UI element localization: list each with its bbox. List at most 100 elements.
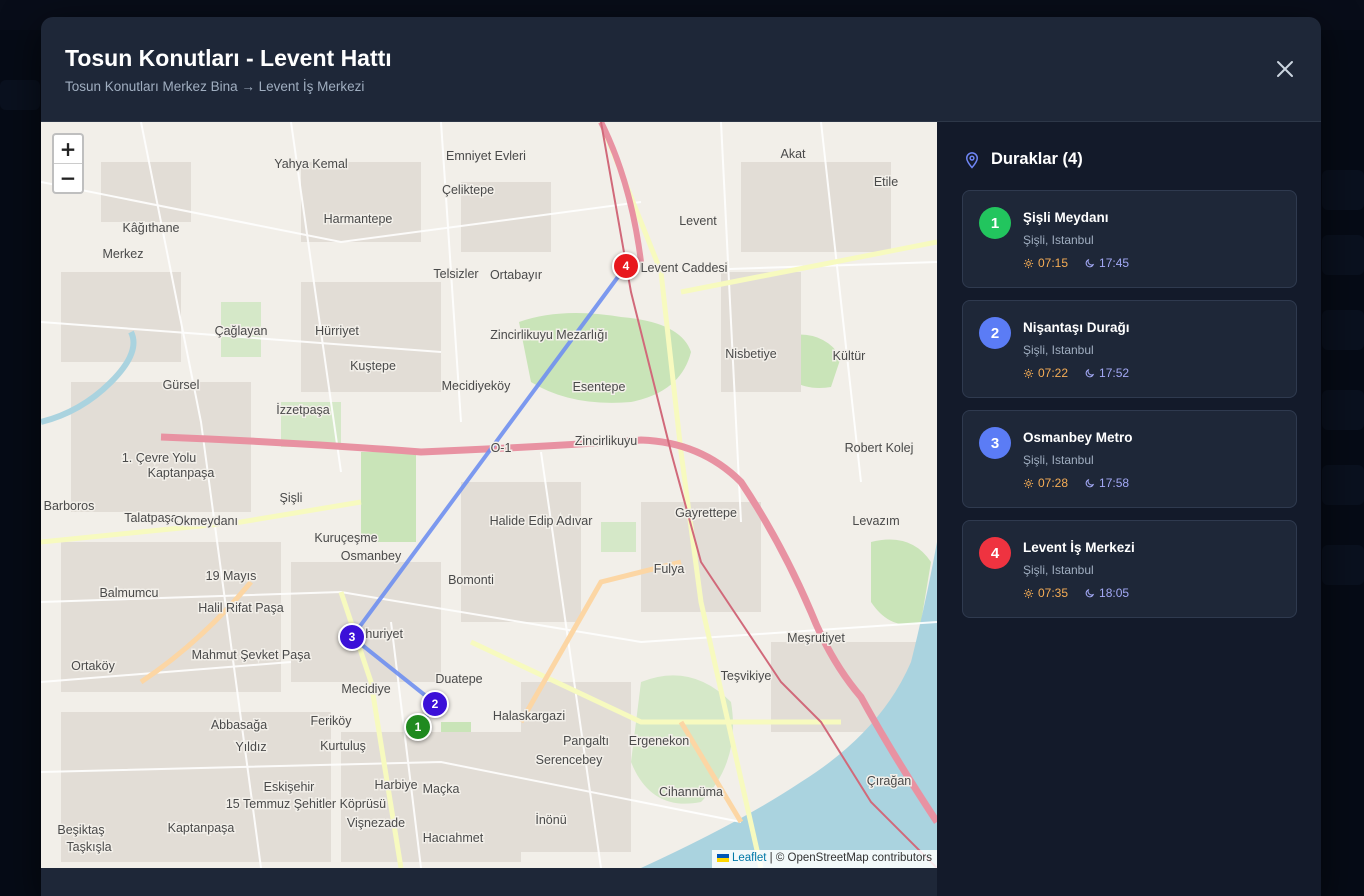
- stop-number-badge: 1: [979, 207, 1011, 239]
- map-place-label: Vişnezade: [347, 816, 405, 830]
- stop-card[interactable]: 1 Şişli Meydanı Şişli, Istanbul 07:15 17…: [962, 190, 1297, 288]
- map-place-label: Fulya: [654, 562, 685, 576]
- morning-time: 07:35: [1038, 586, 1069, 600]
- morning-time: 07:15: [1038, 256, 1069, 270]
- stop-number-badge: 2: [979, 317, 1011, 349]
- map-place-label: Serencebey: [536, 753, 603, 767]
- map-place-label: Çağlayan: [215, 324, 268, 338]
- stop-card[interactable]: 4 Levent İş Merkezi Şişli, Istanbul 07:3…: [962, 520, 1297, 618]
- marker-number: 2: [431, 697, 439, 711]
- sun-icon: [1023, 478, 1034, 488]
- map-place-label: Ortaköy: [71, 659, 116, 673]
- map-place-label: Şişli: [280, 491, 303, 505]
- map-place-label: Çırağan: [867, 774, 912, 788]
- map-place-label: Bomonti: [448, 573, 494, 587]
- marker-number: 3: [348, 630, 356, 644]
- map-place-label: Balmumcu: [99, 586, 158, 600]
- stop-number-badge: 4: [979, 537, 1011, 569]
- stop-name: Nişantaşı Durağı: [1023, 320, 1130, 335]
- map-place-label: Telsizler: [433, 267, 478, 281]
- map-place-label: 1. Çevre Yolu: [122, 451, 196, 465]
- stop-location: Şişli, Istanbul: [1023, 233, 1094, 247]
- map-place-label: Okmeydanı: [174, 514, 238, 528]
- map-place-label: Robert Kolej: [845, 441, 914, 455]
- map-place-label: Levent: [679, 214, 717, 228]
- map-place-label: Harbiye: [374, 778, 417, 792]
- map-place-label: 15 Temmuz Şehitler Köprüsü: [226, 797, 386, 811]
- zoom-out-button[interactable]: −: [54, 164, 82, 192]
- route-marker-3[interactable]: 3: [338, 623, 366, 651]
- map-place-label: Yahya Kemal: [274, 157, 347, 171]
- stop-times: 07:35 18:05: [1023, 586, 1129, 600]
- stop-card[interactable]: 3 Osmanbey Metro Şişli, Istanbul 07:28 1…: [962, 410, 1297, 508]
- evening-time: 17:58: [1099, 476, 1130, 490]
- route-marker-2[interactable]: 2: [421, 690, 449, 718]
- close-button[interactable]: [1273, 57, 1297, 81]
- map-place-label: Etile: [874, 175, 898, 189]
- stop-location: Şişli, Istanbul: [1023, 453, 1094, 467]
- map-place-label: Meşrutiyet: [787, 631, 845, 645]
- route-modal: Tosun Konutları - Levent Hattı Tosun Kon…: [41, 17, 1321, 896]
- zoom-in-button[interactable]: +: [54, 135, 82, 164]
- map-place-label: Halide Edip Adıvar: [490, 514, 593, 528]
- stop-name: Levent İş Merkezi: [1023, 540, 1135, 555]
- stops-title: Duraklar (4): [991, 150, 1083, 168]
- map-place-label: Teşvikiye: [721, 669, 772, 683]
- leaflet-link[interactable]: Leaflet: [732, 852, 767, 864]
- stop-location: Şişli, Istanbul: [1023, 343, 1094, 357]
- map-place-label: Gürsel: [163, 378, 200, 392]
- map-place-label: Osmanbey: [341, 549, 402, 563]
- modal-header: Tosun Konutları - Levent Hattı Tosun Kon…: [41, 17, 1321, 122]
- stops-panel: Duraklar (4) 1 Şişli Meydanı Şişli, Ista…: [937, 122, 1321, 896]
- map-place-label: Mahmut Şevket Paşa: [192, 648, 311, 662]
- moon-icon: [1085, 258, 1095, 267]
- map-place-label: Beşiktaş: [57, 823, 104, 837]
- map-pin-icon: [965, 151, 979, 169]
- map-tiles[interactable]: Emniyet Evleri Akat Yahya Kemal Çeliktepe Et…: [41, 122, 937, 868]
- map-place-label: Kurtuluş: [320, 739, 366, 753]
- stop-times: 07:28 17:58: [1023, 476, 1129, 490]
- map-place-label: Emniyet Evleri: [446, 149, 526, 163]
- map-place-label: İnönü: [535, 813, 566, 827]
- map-place-label: Akat: [780, 147, 806, 161]
- moon-icon: [1085, 588, 1095, 597]
- route-marker-1[interactable]: 1: [404, 713, 432, 741]
- map-place-label: Kuruçeşme: [314, 531, 377, 545]
- stop-name: Osmanbey Metro: [1023, 430, 1133, 445]
- marker-number: 1: [414, 720, 422, 734]
- map-place-label: Halaskargazi: [493, 709, 565, 723]
- map-place-label: Harmantepe: [324, 212, 393, 226]
- map-place-label: Halil Rifat Paşa: [198, 601, 283, 615]
- map-place-label: Maçka: [423, 782, 460, 796]
- stop-card[interactable]: 2 Nişantaşı Durağı Şişli, Istanbul 07:22…: [962, 300, 1297, 398]
- morning-time: 07:22: [1038, 366, 1069, 380]
- map-place-label: Talatpaşa: [124, 511, 178, 525]
- map-place-label: Barboros: [44, 499, 95, 513]
- map-place-label: Kâğıthane: [123, 221, 180, 235]
- map-place-label: Yıldız: [235, 740, 266, 754]
- modal-subtitle: Tosun Konutları Merkez Bina → Levent İş …: [65, 79, 365, 94]
- modal-title: Tosun Konutları - Levent Hattı: [65, 45, 392, 71]
- stop-location: Şişli, Istanbul: [1023, 563, 1094, 577]
- sun-icon: [1023, 588, 1034, 598]
- map-place-label: Taşkışla: [66, 840, 111, 854]
- ukraine-flag-icon: [716, 853, 729, 862]
- map-place-label: Cihannüma: [659, 785, 723, 799]
- route-map[interactable]: Emniyet Evleri Akat Yahya Kemal Çeliktepe Et…: [41, 122, 937, 868]
- map-place-label: Levazım: [852, 514, 899, 528]
- map-place-label: Kültür: [833, 349, 866, 363]
- map-place-label: Kaptanpaşa: [148, 466, 215, 480]
- evening-time: 18:05: [1099, 586, 1130, 600]
- stop-number-badge: 3: [979, 427, 1011, 459]
- map-place-label: Duatepe: [435, 672, 482, 686]
- map-place-label: Levent Caddesi: [641, 261, 728, 275]
- map-place-label: Merkez: [103, 247, 144, 261]
- map-place-label: Feriköy: [311, 714, 353, 728]
- zoom-control: + −: [52, 133, 84, 194]
- map-place-label: Ergenekon: [629, 734, 690, 748]
- map-place-label: Esentepe: [573, 380, 626, 394]
- stops-header: Duraklar (4): [963, 150, 1083, 169]
- route-marker-4[interactable]: 4: [612, 252, 640, 280]
- map-place-label: Ortabayır: [490, 268, 542, 282]
- map-place-label: 19 Mayıs: [206, 569, 257, 583]
